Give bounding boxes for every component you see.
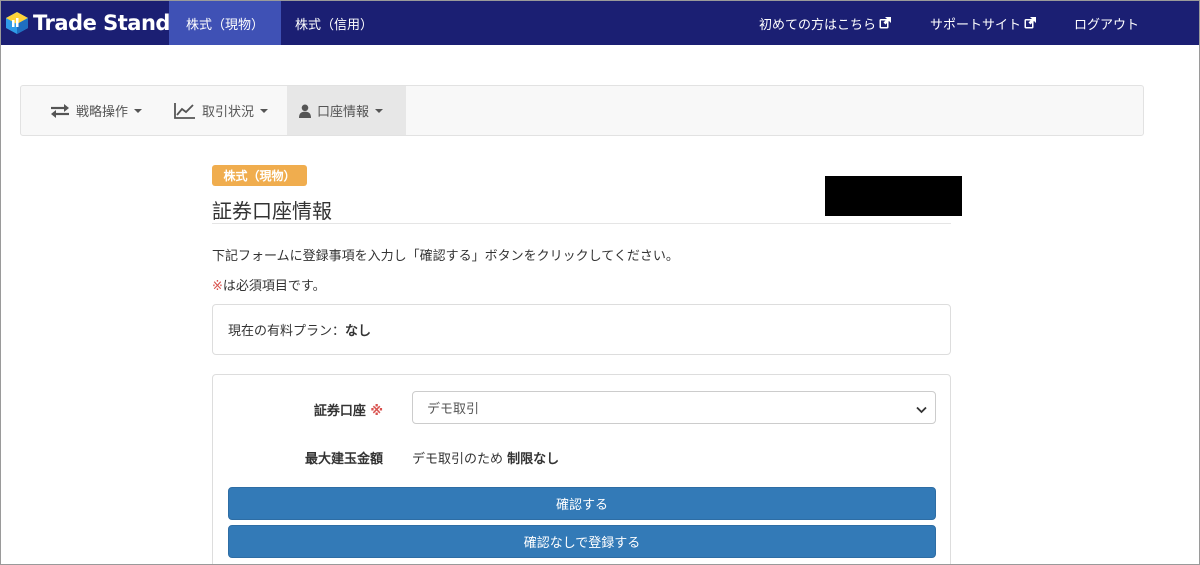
page-title: 証券口座情報 xyxy=(212,199,332,223)
tab-stock-cash[interactable]: 株式（現物） xyxy=(169,1,281,45)
required-note: ※は必須項目です。 xyxy=(212,275,326,294)
tab-stock-margin[interactable]: 株式（信用） xyxy=(281,1,387,45)
required-mark: ※ xyxy=(212,279,223,294)
logout-link[interactable]: ログアウト xyxy=(1074,1,1139,45)
redacted-block xyxy=(825,176,962,216)
account-select[interactable]: デモ取引 xyxy=(412,391,936,424)
first-time-link[interactable]: 初めての方はこちら xyxy=(759,1,892,45)
menu-account-info-label: 口座情報 xyxy=(317,105,370,120)
max-position-value: デモ取引のため 制限なし xyxy=(412,448,559,467)
register-without-confirm-button[interactable]: 確認なしで登録する xyxy=(228,525,936,558)
menu-account-info[interactable]: 口座情報 xyxy=(287,86,406,135)
instruction-text: 下記フォームに登録事項を入力し「確認する」ボタンをクリックしてください。 xyxy=(212,249,679,264)
logo[interactable]: Trade Stand xyxy=(5,8,170,38)
account-form: 証券口座 ※ デモ取引 最大建玉金額 デモ取引のため 制限なし 確認する 確認な… xyxy=(212,374,951,564)
menu-strategy-operations[interactable]: 戦略操作 xyxy=(38,86,154,135)
max-position-label: 最大建玉金額 xyxy=(304,452,383,467)
title-divider xyxy=(212,223,951,224)
current-plan-label: 現在の有料プラン： xyxy=(228,324,346,339)
first-time-link-label: 初めての方はこちら xyxy=(759,17,877,33)
required-mark: ※ xyxy=(370,404,383,419)
support-site-link[interactable]: サポートサイト xyxy=(930,1,1037,45)
menu-strategy-operations-label: 戦略操作 xyxy=(76,105,129,120)
confirm-button[interactable]: 確認する xyxy=(228,487,936,520)
max-position-limit: 制限なし xyxy=(507,452,560,467)
current-plan-value: なし xyxy=(345,324,372,339)
top-navbar: Trade Stand 株式（現物） 株式（信用） 初めての方はこちら サポート… xyxy=(1,1,1199,45)
caret-down-icon xyxy=(375,108,384,113)
market-badge: 株式（現物） xyxy=(212,165,307,186)
menu-trade-status[interactable]: 取引状況 xyxy=(162,86,280,135)
exchange-arrows-icon xyxy=(51,103,69,118)
chevron-down-icon xyxy=(916,403,927,418)
account-label: 証券口座 ※ xyxy=(213,400,383,419)
account-select-value: デモ取引 xyxy=(427,402,480,417)
app-window: Trade Stand 株式（現物） 株式（信用） 初めての方はこちら サポート… xyxy=(0,0,1200,565)
logo-text: Trade Stand xyxy=(33,11,170,35)
caret-down-icon xyxy=(134,108,143,113)
current-plan-panel: 現在の有料プラン： なし xyxy=(212,304,951,355)
account-label-text: 証券口座 xyxy=(313,404,366,419)
sub-navbar: 戦略操作 取引状況 口座情報 xyxy=(20,85,1144,136)
required-note-text: は必須項目です。 xyxy=(222,279,326,294)
support-site-link-label: サポートサイト xyxy=(930,17,1022,33)
user-icon xyxy=(299,104,311,118)
external-link-icon xyxy=(1024,17,1037,29)
caret-down-icon xyxy=(260,108,269,113)
logo-cube-icon xyxy=(5,11,29,35)
external-link-icon xyxy=(879,17,892,29)
max-position-prefix: デモ取引のため xyxy=(412,452,508,467)
line-chart-icon xyxy=(174,102,195,119)
menu-trade-status-label: 取引状況 xyxy=(202,105,255,120)
